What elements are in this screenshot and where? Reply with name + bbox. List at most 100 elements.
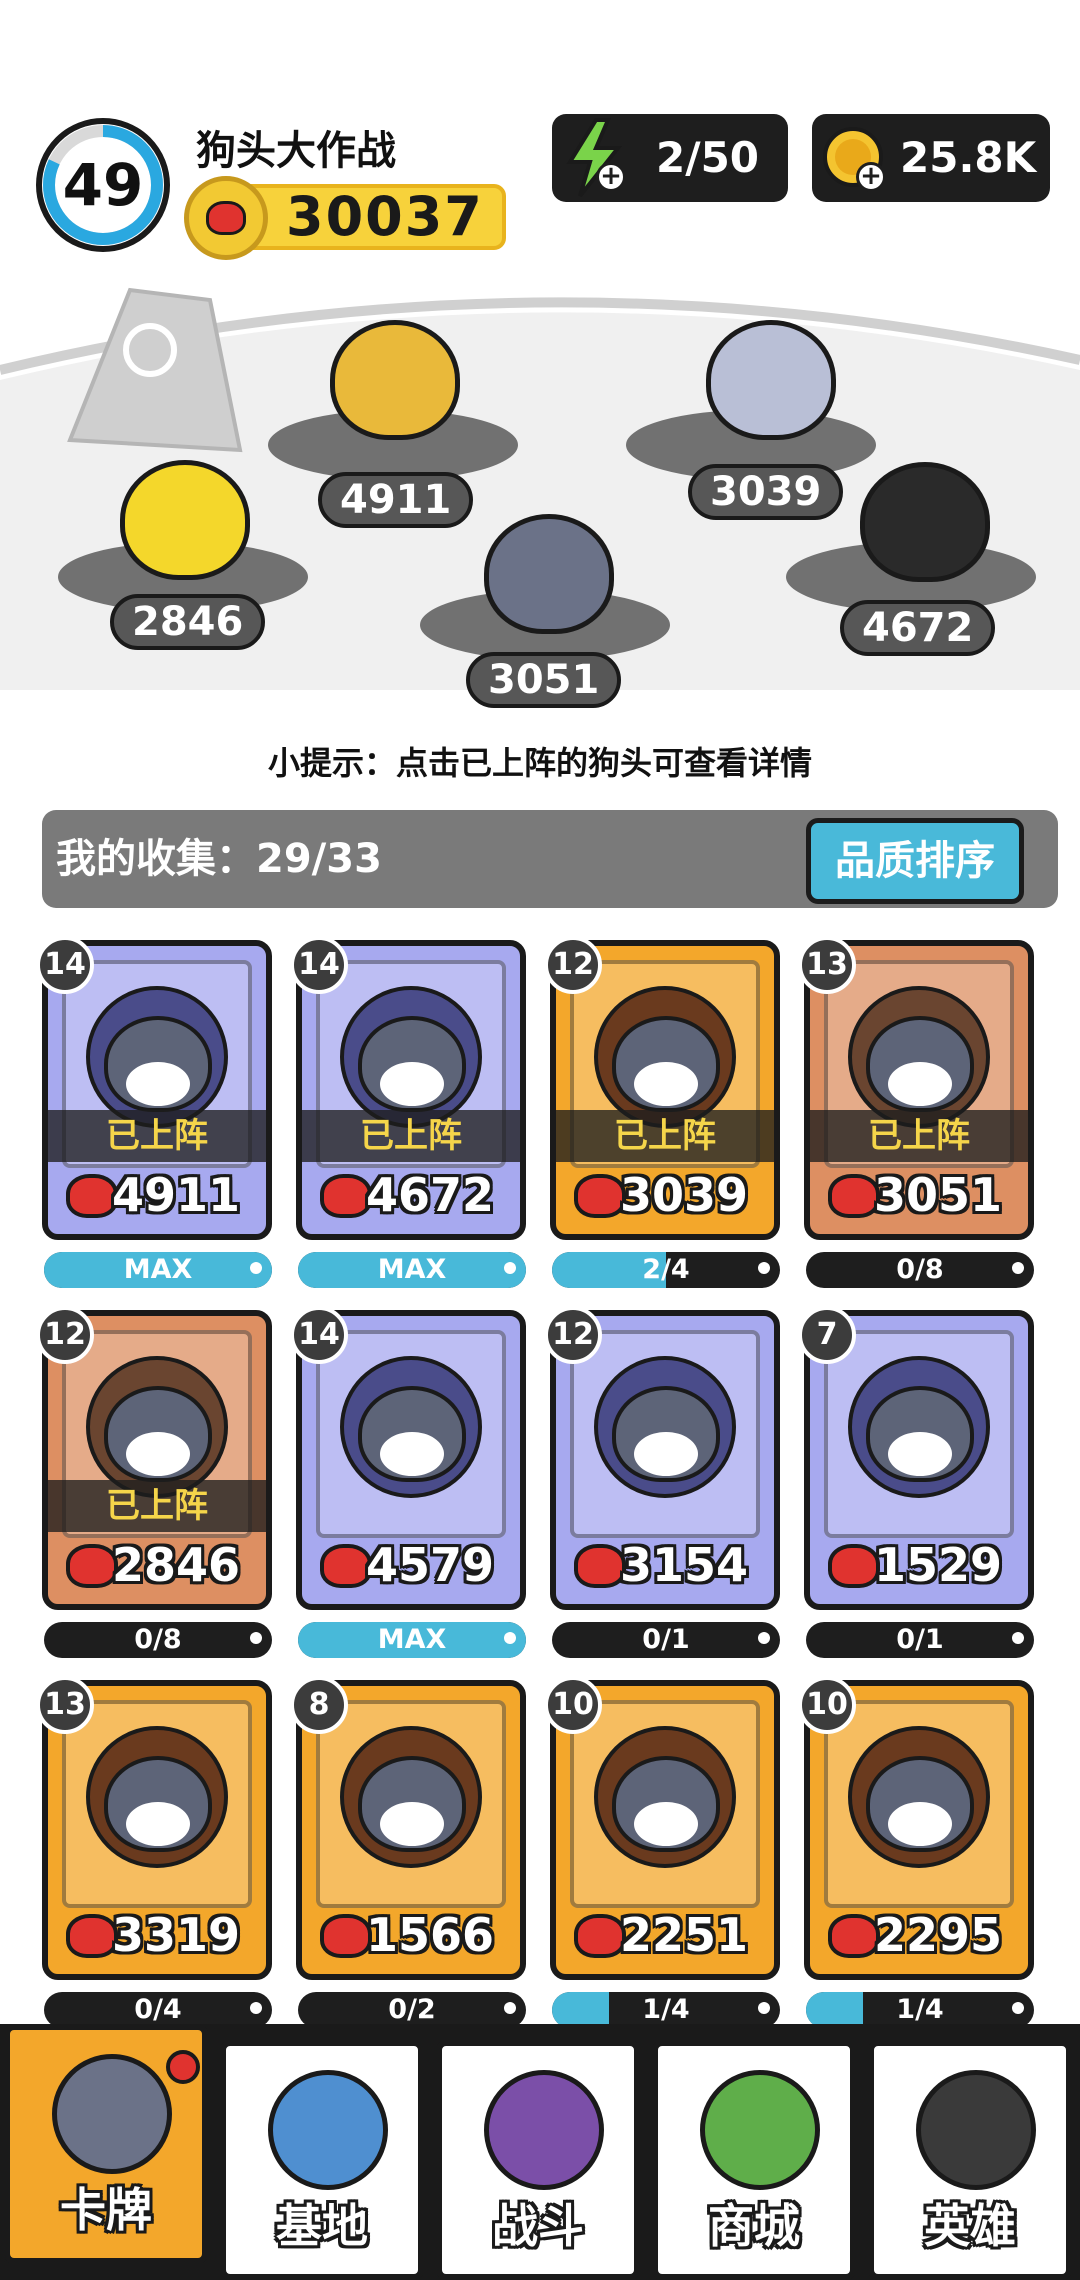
progress-text: 1/4 xyxy=(896,1994,944,2025)
arena-pet-2[interactable] xyxy=(706,320,836,440)
card-level-badge: 12 xyxy=(36,1306,94,1364)
dog-icon xyxy=(104,1386,212,1482)
dog-icon xyxy=(358,1016,466,1112)
coins-pill[interactable]: + 25.8K xyxy=(812,114,1050,202)
arena-pet-4-power: 4672 xyxy=(840,600,996,656)
dog-icon xyxy=(612,1386,720,1482)
card-power: 4579 xyxy=(365,1538,495,1592)
deployed-label: 已上阵 xyxy=(810,1110,1028,1162)
card-upgrade-progress: MAX xyxy=(44,1252,272,1288)
collection-count: 我的收集：29/33 xyxy=(56,836,382,882)
arena-pet-4[interactable] xyxy=(860,462,990,582)
card-upgrade-progress: 0/8 xyxy=(44,1622,272,1658)
deployed-label: 已上阵 xyxy=(48,1480,266,1532)
progress-text: 0/1 xyxy=(896,1624,944,1655)
arena-pet-1[interactable] xyxy=(330,320,460,440)
castle-icon xyxy=(268,2070,388,2190)
card-upgrade-progress: 1/4 xyxy=(552,1992,780,2028)
progress-text: 0/1 xyxy=(642,1624,690,1655)
dog-icon xyxy=(358,1756,466,1852)
dog-icon xyxy=(612,1016,720,1112)
dog-icon xyxy=(358,1386,466,1482)
deployed-label: 已上阵 xyxy=(302,1110,520,1162)
progress-dot xyxy=(504,1632,516,1644)
progress-dot xyxy=(504,2002,516,2014)
nav-tab-label: 卡牌 xyxy=(60,2183,152,2237)
card-power: 3051 xyxy=(873,1168,1003,1222)
card-level-badge: 14 xyxy=(290,1306,348,1364)
card-level-badge: 8 xyxy=(290,1676,348,1734)
card-upgrade-progress: 1/4 xyxy=(806,1992,1034,2028)
progress-text: 0/8 xyxy=(896,1254,944,1285)
dog-icon xyxy=(104,1756,212,1852)
arena-pet-5-power: 3051 xyxy=(466,652,622,708)
card-level-badge: 14 xyxy=(36,936,94,994)
progress-text: MAX xyxy=(377,1254,447,1285)
add-coins-icon[interactable]: + xyxy=(856,162,886,192)
card-level-badge: 12 xyxy=(544,936,602,994)
progress-text: 1/4 xyxy=(642,1994,690,2025)
add-energy-icon[interactable]: + xyxy=(596,162,626,192)
dog-icon xyxy=(866,1386,974,1482)
nav-tab-label: 战斗 xyxy=(492,2199,584,2253)
card-level-badge: 13 xyxy=(798,936,856,994)
card-upgrade-progress: 0/8 xyxy=(806,1252,1034,1288)
coins-value: 25.8K xyxy=(900,133,1037,182)
nav-tab-2[interactable]: 基地 xyxy=(220,2040,424,2280)
card-power: 3039 xyxy=(619,1168,749,1222)
card-level-badge: 14 xyxy=(290,936,348,994)
card-power: 2846 xyxy=(111,1538,241,1592)
arena-pet-3-power: 2846 xyxy=(110,594,266,650)
card-power: 1529 xyxy=(873,1538,1003,1592)
dog-card-icon xyxy=(52,2054,172,2174)
quality-sort-button[interactable]: 品质排序 xyxy=(806,818,1024,904)
arena-pet-5[interactable] xyxy=(484,514,614,634)
arena-pet-2-power: 3039 xyxy=(688,464,844,520)
energy-value: 2/50 xyxy=(656,133,760,182)
progress-dot xyxy=(758,2002,770,2014)
card-upgrade-progress: MAX xyxy=(298,1622,526,1658)
card-level-badge: 7 xyxy=(798,1306,856,1364)
hint-text: 小提示：点击已上阵的狗头可查看详情 xyxy=(267,744,812,782)
arena: 4911 3039 2846 4672 3051 xyxy=(0,260,1080,708)
card-upgrade-progress: 0/1 xyxy=(552,1622,780,1658)
fist-icon xyxy=(184,176,268,260)
money-icon xyxy=(700,2070,820,2190)
progress-text: 0/2 xyxy=(388,1994,436,2025)
notification-dot xyxy=(166,2050,200,2084)
nav-tab-4[interactable]: 商城 xyxy=(652,2040,856,2280)
nav-tab-label: 基地 xyxy=(276,2199,368,2253)
nav-tab-label: 英雄 xyxy=(924,2199,1016,2253)
progress-text: MAX xyxy=(377,1624,447,1655)
dog-icon xyxy=(866,1756,974,1852)
dog-icon xyxy=(104,1016,212,1112)
player-level[interactable]: 49 xyxy=(32,114,174,256)
card-upgrade-progress: 2/4 xyxy=(552,1252,780,1288)
card-level-badge: 12 xyxy=(544,1306,602,1364)
hero-icon xyxy=(916,2070,1036,2190)
progress-dot xyxy=(758,1262,770,1274)
deployed-label: 已上阵 xyxy=(556,1110,774,1162)
arena-pet-1-power: 4911 xyxy=(318,472,474,528)
card-upgrade-progress: 0/1 xyxy=(806,1622,1034,1658)
card-level-badge: 10 xyxy=(798,1676,856,1734)
energy-pill[interactable]: + 2/50 xyxy=(552,114,788,202)
arena-pet-3[interactable] xyxy=(120,460,250,580)
card-power: 4672 xyxy=(365,1168,495,1222)
card-level-badge: 13 xyxy=(36,1676,94,1734)
card-power: 1566 xyxy=(365,1908,495,1962)
deployed-label: 已上阵 xyxy=(48,1110,266,1162)
nav-tab-3[interactable]: 战斗 xyxy=(436,2040,640,2280)
paw-icon xyxy=(484,2070,604,2190)
card-upgrade-progress: 0/4 xyxy=(44,1992,272,2028)
dog-icon xyxy=(612,1756,720,1852)
progress-dot xyxy=(1012,1262,1024,1274)
dog-icon xyxy=(866,1016,974,1112)
progress-dot xyxy=(504,1262,516,1274)
nav-tab-5[interactable]: 英雄 xyxy=(868,2040,1072,2280)
card-upgrade-progress: 0/2 xyxy=(298,1992,526,2028)
progress-text: 2/4 xyxy=(642,1254,690,1285)
progress-dot xyxy=(1012,1632,1024,1644)
game-title: 狗头大作战 xyxy=(196,128,396,174)
card-power: 2295 xyxy=(873,1908,1003,1962)
